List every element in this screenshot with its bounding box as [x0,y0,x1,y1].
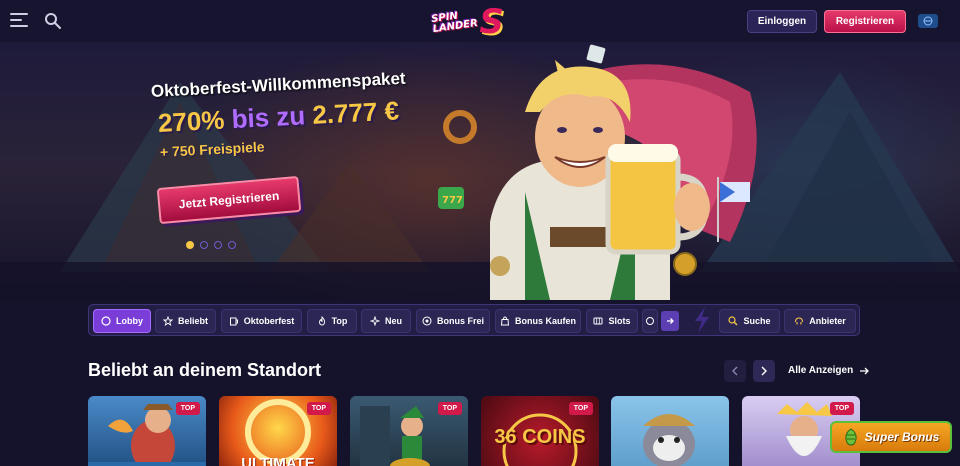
offer-amount: 2.777 € [311,95,400,130]
top-header: SPIN LANDER S Einloggen Registrieren [0,0,960,42]
category-scroll-right-button[interactable] [661,311,679,331]
game-card[interactable]: TOP [88,396,206,466]
category-beliebt[interactable]: Beliebt [155,309,216,333]
top-badge: TOP [437,402,462,415]
flame-icon [318,316,325,326]
hop-icon [845,428,857,446]
hero-banner[interactable]: Oktoberfest-Willkommenspaket 270% bis zu… [0,42,960,300]
bonus-icon [422,316,432,326]
search-games-button[interactable]: Suche [719,309,780,333]
providers-button[interactable]: Anbieter [784,309,856,333]
top-badge: TOP [568,402,593,415]
logo-mark: S [479,2,504,42]
category-label: Beliebt [177,316,208,326]
category-label: Oktoberfest [243,316,295,326]
lobby-icon [101,316,111,326]
mug-icon [229,317,238,326]
category-partial-icon [646,317,654,325]
lightning-icon [695,307,709,333]
game-card[interactable]: TOP 36 COINS [481,396,599,466]
top-badge: TOP [175,402,200,415]
super-bonus-button[interactable]: Super Bonus [830,421,952,453]
category-label: Slots [608,316,631,326]
category-label: Top [331,316,348,326]
language-selector[interactable] [918,14,938,28]
star-icon [162,316,173,326]
category-partial[interactable] [642,309,658,333]
register-button[interactable]: Registrieren [824,10,906,33]
category-slots[interactable]: Slots [586,309,638,333]
arrow-right-icon [667,318,674,324]
game-card[interactable]: TOP [350,396,468,466]
carousel-prev-button[interactable] [724,360,746,382]
provider-icon [795,317,804,325]
top-badge: TOP [306,402,331,415]
svg-text:777: 777 [442,195,463,206]
login-button[interactable]: Einloggen [747,10,817,33]
top-badge: TOP [829,402,854,415]
lightning-divider [687,305,717,335]
search-games-label: Suche [743,316,771,326]
category-neu[interactable]: Neu [361,309,411,333]
search-icon [728,316,738,326]
search-icon[interactable] [44,12,62,30]
menu-icon[interactable] [10,13,28,29]
bag-icon [500,316,510,326]
category-top[interactable]: Top [307,309,357,333]
category-navigation: Lobby Beliebt Oktoberfest Top Neu Bonus … [88,304,860,336]
slots-icon [593,317,603,325]
section-title: Beliebt an deinem Standort [88,360,322,380]
chevron-left-icon [732,366,738,376]
globe-icon [923,16,933,26]
hero-character-illustration: 777 [438,44,757,300]
see-all-link[interactable]: Alle Anzeigen [788,365,870,376]
category-oktoberfest[interactable]: Oktoberfest [221,309,302,333]
offer-percent: 270% [157,104,226,138]
game-title: ULTIMATE [241,455,315,466]
category-label: Lobby [116,316,143,326]
carousel-dot-3[interactable] [214,241,222,249]
chevron-right-icon [761,366,767,376]
category-bonus-kaufen[interactable]: Bonus Kaufen [495,309,581,333]
game-card[interactable]: TOP ULTIMATE [219,396,337,466]
category-label: Bonus Kaufen [514,316,576,326]
game-title: 36 COINS [494,426,586,448]
sparkle-icon [369,316,380,326]
providers-label: Anbieter [809,316,846,326]
carousel-dot-2[interactable] [200,241,208,249]
carousel-dot-4[interactable] [228,241,236,249]
see-all-label: Alle Anzeigen [788,365,854,376]
carousel-dots [186,241,236,249]
site-logo[interactable]: SPIN LANDER S [431,2,514,42]
category-lobby[interactable]: Lobby [93,309,151,333]
offer-connector: bis zu [223,99,314,135]
game-card[interactable] [611,396,729,466]
game-thumbnail [643,414,695,466]
carousel-dot-1[interactable] [186,241,194,249]
category-label: Neu [384,316,402,326]
super-bonus-label: Super Bonus [864,430,940,444]
arrow-right-icon [860,367,870,374]
category-label: Bonus Frei [436,316,484,326]
category-bonus-frei[interactable]: Bonus Frei [416,309,490,333]
carousel-next-button[interactable] [753,360,775,382]
